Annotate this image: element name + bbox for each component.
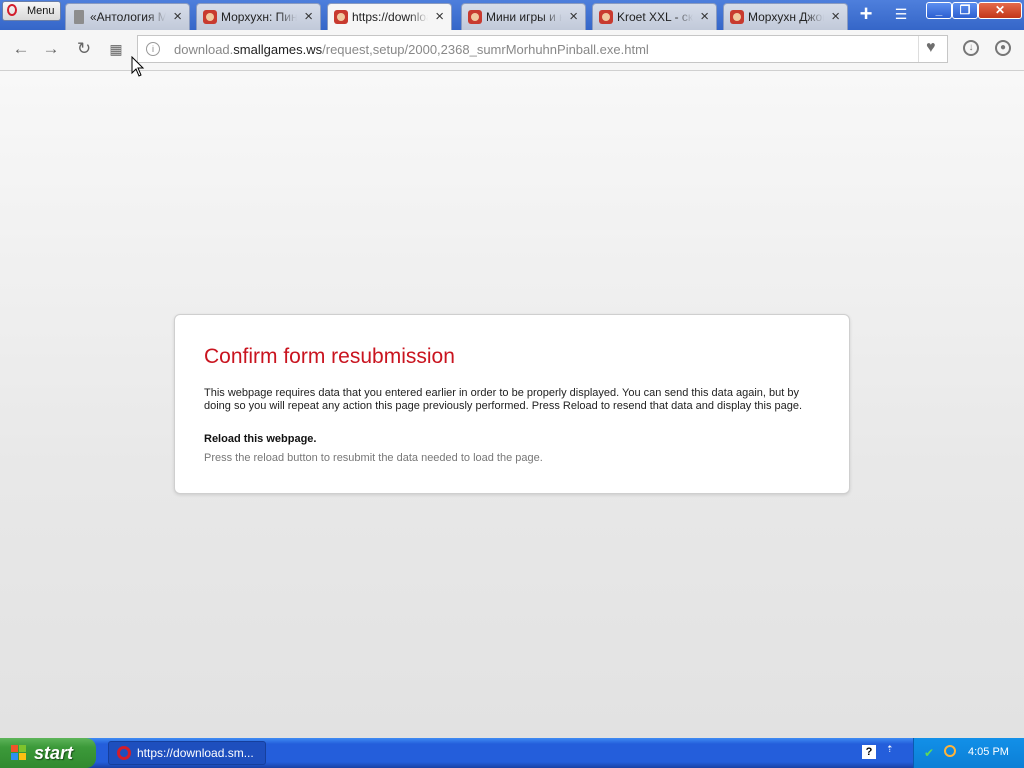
tab-5[interactable]: Kroet XXL - скач × bbox=[592, 3, 717, 30]
tab-menu-icon[interactable]: ☰ bbox=[890, 6, 912, 24]
document-icon bbox=[74, 10, 84, 24]
start-button[interactable]: start bbox=[0, 738, 96, 768]
opera-icon bbox=[117, 746, 131, 760]
tab-strip: Menu «Антология Мор × Морхухн: ПинБол × … bbox=[0, 0, 1024, 31]
game-favicon-icon bbox=[730, 10, 744, 24]
account-icon[interactable]: ● bbox=[995, 40, 1011, 56]
error-card: Confirm form resubmission This webpage r… bbox=[174, 314, 850, 494]
tab-close-icon[interactable]: × bbox=[304, 8, 313, 25]
help-icon[interactable]: ? bbox=[862, 745, 876, 759]
minimize-button[interactable]: _ bbox=[926, 2, 952, 19]
tab-close-icon[interactable]: × bbox=[435, 8, 444, 25]
network-icon[interactable]: ✔ bbox=[924, 746, 936, 760]
close-window-button[interactable]: ✕ bbox=[978, 2, 1022, 19]
url-text[interactable]: download.smallgames.ws/request,setup/200… bbox=[174, 42, 649, 57]
tab-6[interactable]: Морхухн Джонс × bbox=[723, 3, 848, 30]
game-favicon-icon bbox=[334, 10, 348, 24]
search-tray-icon[interactable] bbox=[944, 745, 956, 757]
game-favicon-icon bbox=[599, 10, 613, 24]
site-info-icon[interactable]: i bbox=[146, 42, 160, 56]
address-bar[interactable]: i download.smallgames.ws/request,setup/2… bbox=[137, 35, 948, 63]
tab-3-active[interactable]: https://download.smallgames.ws × bbox=[327, 3, 452, 31]
reload-icon[interactable]: ↻ bbox=[74, 39, 94, 59]
forward-arrow-icon[interactable]: → bbox=[41, 39, 61, 59]
tab-close-icon[interactable]: × bbox=[700, 8, 709, 25]
tab-title: Kroet XXL - скач bbox=[617, 10, 693, 24]
tab-title: Морхухн Джонс bbox=[748, 10, 824, 24]
game-favicon-icon bbox=[203, 10, 217, 24]
page-viewport: Confirm form resubmission This webpage r… bbox=[0, 71, 1024, 738]
tab-1[interactable]: «Антология Мор × bbox=[65, 3, 190, 30]
tab-close-icon[interactable]: × bbox=[173, 8, 182, 25]
back-arrow-icon[interactable]: ← bbox=[11, 39, 31, 59]
taskbar-item-opera[interactable]: https://download.sm... bbox=[108, 741, 266, 765]
error-subheading: Reload this webpage. bbox=[204, 433, 317, 445]
tab-title: https://download.smallgames.ws bbox=[352, 10, 428, 24]
heart-bookmark-icon[interactable]: ♥ bbox=[926, 39, 936, 57]
opera-menu-button[interactable]: Menu bbox=[2, 1, 61, 21]
system-tray: ✔ 4:05 PM bbox=[913, 738, 1024, 768]
tab-close-icon[interactable]: × bbox=[569, 8, 578, 25]
address-bar-divider bbox=[918, 36, 919, 62]
mouse-cursor-icon bbox=[131, 56, 145, 77]
navigation-toolbar: ← → ↻ ▦ i download.smallgames.ws/request… bbox=[0, 30, 1024, 71]
error-hint: Press the reload button to resubmit the … bbox=[204, 452, 543, 464]
taskbar-item-label: https://download.sm... bbox=[137, 746, 254, 760]
clock: 4:05 PM bbox=[968, 746, 1009, 758]
speed-dial-grid-icon[interactable]: ▦ bbox=[106, 39, 126, 59]
start-label: start bbox=[34, 743, 74, 763]
tab-title: Мини игры и кар bbox=[486, 10, 562, 24]
menu-label: Menu bbox=[27, 5, 55, 17]
tab-2[interactable]: Морхухн: ПинБол × bbox=[196, 3, 321, 30]
game-favicon-icon bbox=[468, 10, 482, 24]
tray-expand-icon[interactable]: ⇡ bbox=[886, 744, 896, 760]
download-icon[interactable]: ↓ bbox=[963, 40, 979, 56]
windows-flag-icon bbox=[11, 745, 27, 761]
opera-logo-icon bbox=[7, 4, 17, 16]
tab-4[interactable]: Мини игры и кар × bbox=[461, 3, 586, 30]
tab-close-icon[interactable]: × bbox=[831, 8, 840, 25]
maximize-button[interactable]: ❐ bbox=[952, 2, 978, 19]
error-title: Confirm form resubmission bbox=[204, 345, 455, 368]
tab-title: «Антология Мор bbox=[90, 10, 166, 24]
taskbar: start https://download.sm... ? ⇡ ✔ 4:05 … bbox=[0, 738, 1024, 768]
new-tab-plus-icon[interactable]: + bbox=[855, 3, 877, 26]
url-host: smallgames.ws bbox=[233, 42, 323, 57]
tab-title: Морхухн: ПинБол bbox=[221, 10, 297, 24]
url-path: /request,setup/2000,2368_sumrMorhuhnPinb… bbox=[322, 42, 649, 57]
error-description: This webpage requires data that you ente… bbox=[204, 387, 803, 412]
url-prefix: download. bbox=[174, 42, 234, 57]
